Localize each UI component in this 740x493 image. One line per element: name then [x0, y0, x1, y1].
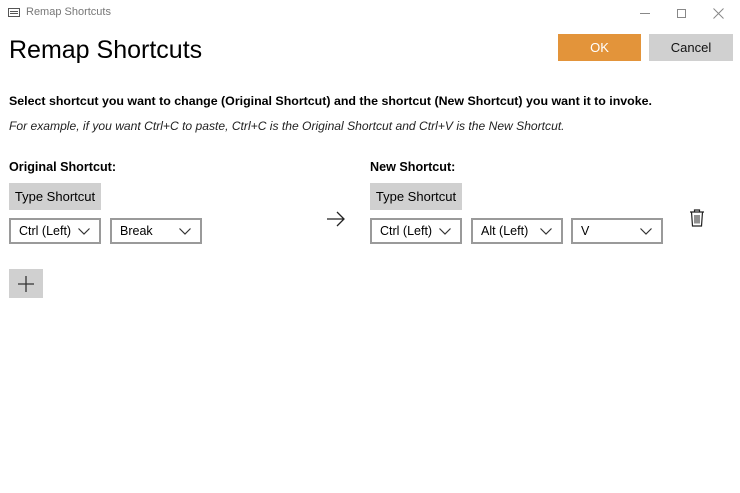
keyboard-icon: [8, 8, 20, 17]
ok-button[interactable]: OK: [558, 34, 641, 61]
title-bar: Remap Shortcuts: [0, 0, 740, 26]
dropdown-value: Break: [120, 224, 153, 238]
example-text: For example, if you want Ctrl+C to paste…: [9, 119, 565, 133]
close-icon: [712, 7, 724, 19]
dropdown-value: Alt (Left): [481, 224, 529, 238]
cancel-button[interactable]: Cancel: [649, 34, 733, 61]
dropdown-value: V: [581, 224, 590, 238]
maximize-icon: [676, 8, 686, 18]
original-type-shortcut-button[interactable]: Type Shortcut: [9, 183, 101, 210]
new-type-shortcut-button[interactable]: Type Shortcut: [370, 183, 462, 210]
original-key-2-dropdown[interactable]: Break: [110, 218, 202, 244]
original-shortcut-label: Original Shortcut:: [9, 160, 117, 174]
dropdown-value: Ctrl (Left): [19, 224, 72, 238]
new-shortcut-label: New Shortcut:: [370, 160, 456, 174]
instruction-text: Select shortcut you want to change (Orig…: [9, 94, 652, 108]
dropdown-value: Ctrl (Left): [380, 224, 433, 238]
plus-icon: [18, 275, 34, 292]
original-key-1-dropdown[interactable]: Ctrl (Left): [9, 218, 101, 244]
minimize-button[interactable]: [627, 0, 663, 26]
window-title: Remap Shortcuts: [26, 6, 111, 18]
maximize-button[interactable]: [663, 0, 699, 26]
add-shortcut-button[interactable]: [9, 269, 43, 298]
arrow-right-icon: [327, 211, 345, 227]
minimize-icon: [640, 12, 650, 14]
chevron-down-icon: [539, 224, 553, 238]
trash-icon[interactable]: [689, 209, 705, 227]
chevron-down-icon: [178, 224, 192, 238]
new-key-2-dropdown[interactable]: Alt (Left): [471, 218, 563, 244]
chevron-down-icon: [438, 224, 452, 238]
new-key-1-dropdown[interactable]: Ctrl (Left): [370, 218, 462, 244]
new-key-3-dropdown[interactable]: V: [571, 218, 663, 244]
chevron-down-icon: [77, 224, 91, 238]
page-title: Remap Shortcuts: [9, 36, 203, 64]
chevron-down-icon: [639, 224, 653, 238]
close-button[interactable]: [700, 0, 736, 26]
